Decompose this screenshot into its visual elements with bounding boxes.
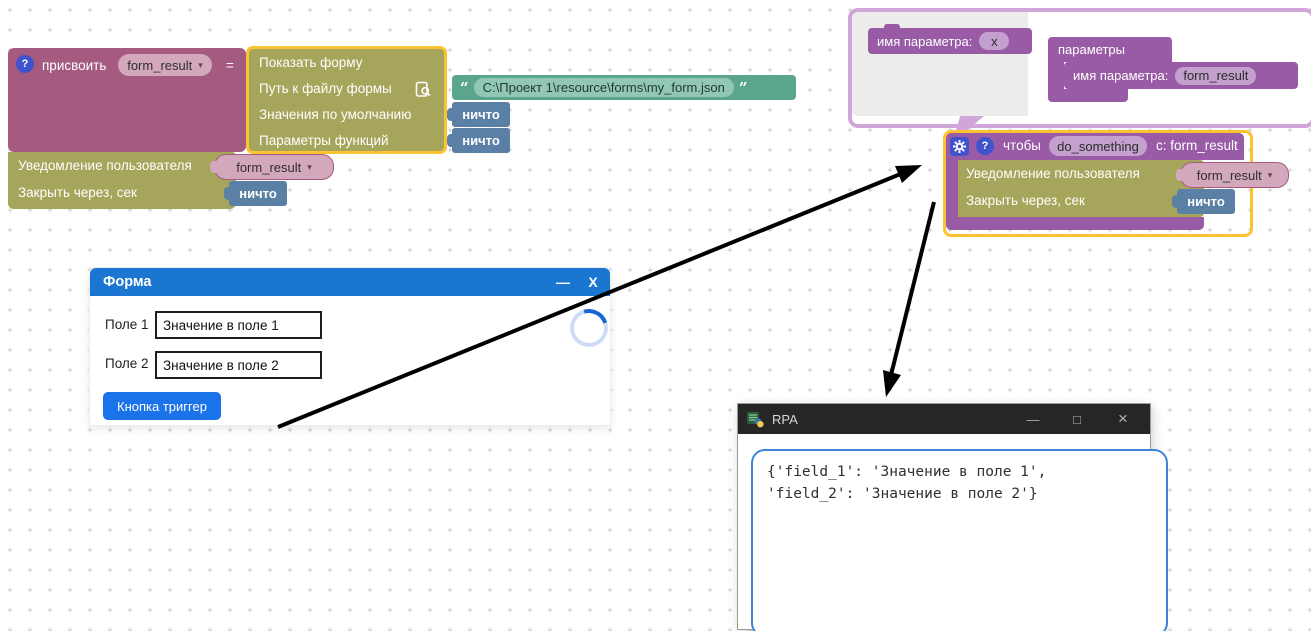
inner-param-name-field[interactable]: form_result (1175, 67, 1256, 85)
block-param-name-x[interactable]: имя параметра: x (868, 28, 1032, 54)
file-search-icon[interactable] (415, 81, 432, 101)
parameters-header[interactable]: параметры (1048, 37, 1172, 62)
rpa-window-title: RPA (772, 412, 798, 427)
function-bottom-lip (946, 217, 1204, 230)
block-nothing-close-inner[interactable]: ничто (1177, 189, 1235, 214)
block-nothing-params[interactable]: ничто (452, 128, 510, 153)
minimize-button[interactable]: — (550, 268, 576, 296)
equals-sign: = (226, 58, 234, 73)
block-show-form[interactable]: Показать форму Путь к файлу формы Значен… (246, 46, 447, 154)
field2-input[interactable] (155, 351, 322, 379)
path-row-label: Путь к файлу формы (259, 81, 392, 96)
defaults-row-label: Значения по умолчанию (259, 107, 411, 122)
path-text-field[interactable]: C:\Проект 1\resource\forms\my_form.json (474, 78, 734, 97)
help-icon[interactable]: ? (16, 55, 34, 73)
assign-label: присвоить (42, 58, 106, 73)
rpa-app-icon (747, 411, 764, 428)
rpa-console-window: RPA — □ × {'field_1': 'Значение в поле 1… (737, 403, 1151, 630)
params-row-label: Параметры функций (259, 133, 389, 148)
close-after-row-label: Закрыть через, сек (18, 185, 137, 200)
trigger-button[interactable]: Кнопка триггер (103, 392, 221, 420)
block-param-name-form-result[interactable]: имя параметра: form_result (1064, 62, 1298, 89)
notify-row-label: Уведомление пользователя (966, 166, 1140, 181)
block-notch (884, 24, 900, 29)
rpa-title-bar[interactable]: RPA — □ × (738, 404, 1150, 434)
parameters-bottom-lip (1048, 89, 1128, 102)
block-assign-variable[interactable]: ? присвоить form_result▾ = (8, 48, 246, 152)
close-icon[interactable]: × (1106, 404, 1140, 434)
block-string-path[interactable]: “ C:\Проект 1\resource\forms\my_form.jso… (452, 75, 796, 100)
minimize-button[interactable]: — (1016, 404, 1050, 434)
function-header[interactable]: ? чтобы do_something с: form_result (946, 133, 1244, 160)
open-quote: “ (460, 83, 469, 93)
chevron-down-icon: ▾ (1268, 170, 1273, 181)
function-to-label: чтобы (1003, 138, 1041, 153)
form-window-title: Форма (103, 274, 152, 290)
loading-spinner-icon (563, 302, 614, 353)
block-variable-form-result-inner[interactable]: form_result▾ (1180, 162, 1289, 188)
blockly-workspace[interactable]: ? присвоить form_result▾ = Показать форм… (0, 0, 1311, 631)
block-nothing-close-left[interactable]: ничто (229, 181, 287, 206)
block-variable-form-result-left[interactable]: form_result▾ (214, 154, 334, 180)
close-after-row-label: Закрыть через, сек (966, 193, 1085, 208)
field1-input[interactable] (155, 311, 322, 339)
param-name-field[interactable]: x (979, 32, 1009, 50)
form-dialog-window: Форма — X Поле 1 Поле 2 Кнопка триггер (90, 268, 610, 425)
help-icon[interactable]: ? (976, 137, 994, 155)
show-form-title: Показать форму (259, 55, 362, 70)
block-nothing-defaults[interactable]: ничто (452, 102, 510, 127)
function-spine (946, 160, 958, 217)
block-notch (1078, 58, 1094, 63)
close-button[interactable]: X (580, 268, 606, 296)
console-output[interactable]: {'field_1': 'Значение в поле 1', 'field_… (751, 449, 1168, 631)
field2-label: Поле 2 (105, 356, 149, 371)
chevron-down-icon: ▾ (307, 162, 312, 173)
mutator-bubble[interactable]: имя параметра: x параметры имя параметра… (848, 8, 1311, 128)
parameters-spine (1048, 62, 1064, 90)
notify-row-label: Уведомление пользователя (18, 158, 192, 173)
function-with-label: с: form_result (1156, 138, 1238, 153)
block-notify-user-left[interactable]: Уведомление пользователя Закрыть через, … (8, 152, 236, 209)
block-notify-user-inner[interactable]: Уведомление пользователя Закрыть через, … (958, 160, 1204, 217)
chevron-down-icon: ▾ (198, 60, 203, 71)
field1-label: Поле 1 (105, 317, 149, 332)
function-name-field[interactable]: do_something (1049, 136, 1147, 156)
gear-icon[interactable] (950, 137, 969, 156)
variable-dropdown[interactable]: form_result▾ (118, 54, 212, 76)
form-title-bar[interactable]: Форма — X (90, 268, 610, 296)
close-quote: ” (739, 83, 748, 93)
maximize-button[interactable]: □ (1060, 404, 1094, 434)
